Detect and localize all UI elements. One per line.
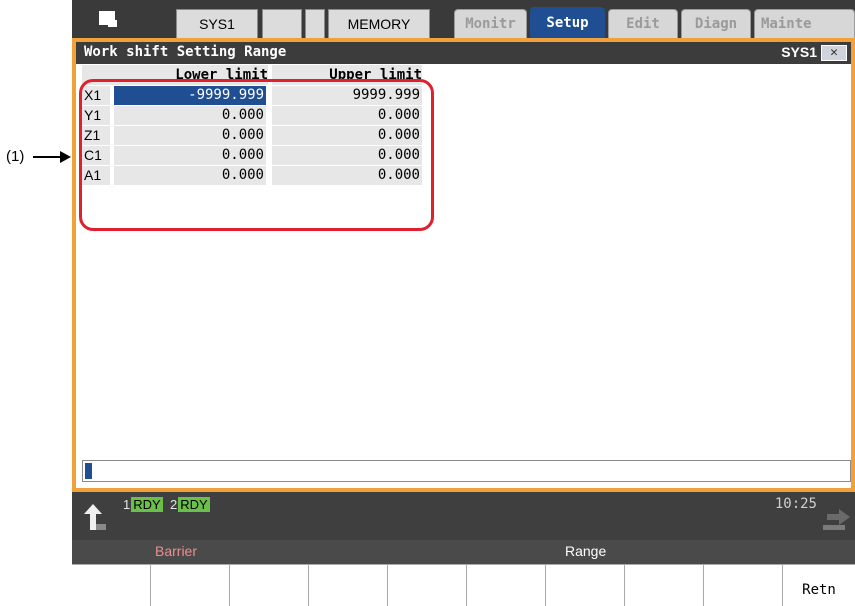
menu-barrier[interactable]: Barrier bbox=[155, 543, 197, 559]
tab-setup[interactable]: Setup bbox=[530, 7, 605, 38]
work-shift-window: Work shift Setting Range SYS1 ✕ Lower li… bbox=[72, 38, 855, 492]
function-key-bar: Retn bbox=[72, 564, 855, 606]
system2-ready-badge: RDY bbox=[178, 497, 210, 512]
close-icon[interactable]: ✕ bbox=[821, 45, 847, 61]
top-tab-bar: SYS1 MEMORY Monitr Setup Edit Diagn Main… bbox=[72, 0, 855, 38]
menu-next-arrow-icon[interactable] bbox=[823, 506, 851, 532]
nc-screen: SYS1 MEMORY Monitr Setup Edit Diagn Main… bbox=[72, 0, 855, 606]
system1-ready-badge: RDY bbox=[131, 497, 163, 512]
system2-status: 2 RDY bbox=[169, 497, 210, 512]
function-key-1[interactable] bbox=[72, 565, 151, 606]
function-key-9[interactable] bbox=[704, 565, 783, 606]
system1-number: 1 bbox=[122, 497, 132, 512]
clock: 10:25 bbox=[774, 496, 817, 512]
function-key-5[interactable] bbox=[388, 565, 467, 606]
system1-status: 1 RDY bbox=[122, 497, 163, 512]
function-key-6[interactable] bbox=[467, 565, 546, 606]
memory-mode-button[interactable]: MEMORY bbox=[328, 9, 430, 38]
function-key-8[interactable] bbox=[625, 565, 704, 606]
function-key-3[interactable] bbox=[230, 565, 309, 606]
callout-label: (1) bbox=[6, 148, 25, 165]
callout-arrowhead bbox=[60, 151, 71, 163]
upper-menu-bar: Barrier Range bbox=[72, 540, 855, 564]
blank-button-2[interactable] bbox=[305, 9, 325, 38]
menu-return-up-icon[interactable] bbox=[78, 502, 108, 532]
callout-highlight-frame bbox=[79, 79, 434, 231]
menu-range[interactable]: Range bbox=[565, 543, 606, 559]
callout-arrow bbox=[33, 156, 63, 158]
function-key-7[interactable] bbox=[546, 565, 625, 606]
input-field[interactable] bbox=[82, 460, 851, 482]
window-switch-icon[interactable] bbox=[99, 11, 118, 28]
function-key-4[interactable] bbox=[309, 565, 388, 606]
system2-number: 2 bbox=[169, 497, 179, 512]
tab-monitor[interactable]: Monitr bbox=[454, 9, 527, 38]
tab-edit[interactable]: Edit bbox=[608, 9, 678, 38]
function-key-2[interactable] bbox=[151, 565, 230, 606]
status-bar: 1 RDY 2 RDY 10:25 bbox=[72, 492, 855, 540]
window-system-label: SYS1 bbox=[781, 44, 817, 60]
blank-button-1[interactable] bbox=[262, 9, 302, 38]
tab-diagnosis[interactable]: Diagn bbox=[681, 9, 751, 38]
window-titlebar: Work shift Setting Range SYS1 ✕ bbox=[76, 42, 851, 64]
input-cursor bbox=[85, 463, 92, 479]
window-title: Work shift Setting Range bbox=[84, 44, 287, 60]
return-button[interactable]: Retn bbox=[783, 565, 855, 606]
system-button[interactable]: SYS1 bbox=[176, 9, 258, 38]
tab-maintenance[interactable]: Mainte bbox=[754, 9, 855, 38]
